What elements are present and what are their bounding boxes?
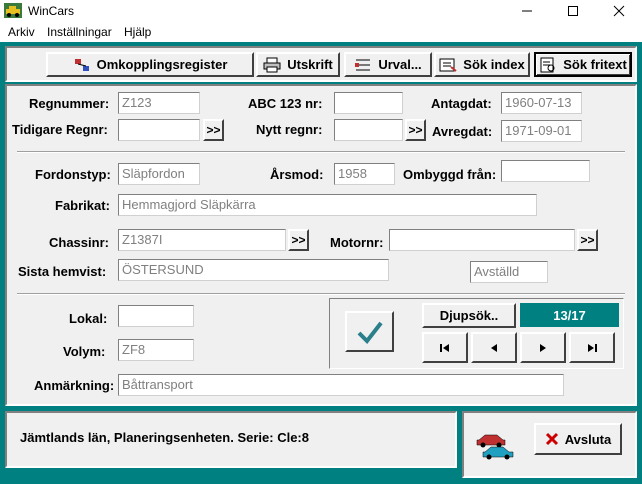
first-record-icon	[440, 343, 449, 352]
volym-field[interactable]: ZF8	[118, 339, 194, 361]
chassinr-go-button[interactable]: >>	[288, 229, 309, 251]
regnummer-field[interactable]: Z123	[118, 92, 200, 114]
last-record-icon	[588, 343, 597, 352]
separator	[17, 151, 625, 153]
prev-record-button[interactable]	[471, 332, 517, 363]
record-counter: 13/17	[520, 303, 619, 327]
avsluta-button[interactable]: Avsluta	[534, 423, 622, 455]
nytt-regnr-field[interactable]	[334, 119, 403, 141]
car-icon	[4, 3, 22, 18]
avsluta-label: Avsluta	[564, 431, 612, 447]
fordonstyp-label: Fordonstyp:	[35, 167, 111, 182]
sok-index-button[interactable]: Sök index	[434, 52, 530, 77]
tidigare-regnr-field[interactable]	[118, 119, 200, 141]
confirm-button[interactable]	[345, 311, 394, 352]
status-field: Avställd	[470, 261, 548, 283]
menu-arkiv[interactable]: Arkiv	[8, 25, 35, 39]
menu-installningar[interactable]: Inställningar	[47, 25, 112, 39]
motornr-label: Motornr:	[330, 235, 384, 250]
sista-hemvist-field[interactable]: ÖSTERSUND	[118, 259, 389, 281]
separator	[17, 293, 625, 295]
motornr-field[interactable]	[389, 229, 575, 251]
printer-icon	[263, 57, 281, 72]
anmarkning-label: Anmärkning:	[34, 378, 115, 393]
chassinr-label: Chassinr:	[49, 235, 109, 250]
cars-logo-icon	[475, 432, 519, 465]
urval-label: Urval...	[378, 57, 422, 72]
nytt-regnr-go-button[interactable]: >>	[405, 119, 426, 141]
fabrikat-field[interactable]: Hemmagjord Släpkärra	[118, 194, 537, 216]
ombyggd-field[interactable]	[501, 160, 590, 182]
antagdat-label: Antagdat:	[431, 96, 492, 111]
tidigare-regnr-label: Tidigare Regnr:	[12, 122, 108, 137]
nytt-regnr-label: Nytt regnr:	[256, 122, 323, 137]
prev-record-icon	[491, 343, 497, 352]
sok-fritext-button[interactable]: Sök fritext	[534, 52, 632, 77]
text-search-icon	[540, 57, 555, 72]
last-record-button[interactable]	[569, 332, 615, 363]
anmarkning-field[interactable]: Båttransport	[118, 374, 564, 396]
omkopplingsregister-label: Omkopplingsregister	[96, 57, 228, 72]
motornr-go-button[interactable]: >>	[577, 229, 598, 251]
maximize-icon	[568, 6, 578, 16]
sista-hemvist-label: Sista hemvist:	[18, 264, 107, 279]
window-title: WinCars	[28, 4, 75, 18]
utskrift-button[interactable]: Utskrift	[256, 52, 340, 77]
minimize-icon	[522, 10, 532, 12]
index-search-icon	[439, 58, 457, 72]
network-icon	[74, 58, 89, 71]
status-text: Jämtlands län, Planeringsenheten. Serie:…	[20, 430, 309, 445]
abc-label: ABC 123 nr:	[248, 96, 323, 111]
arsmod-label: Årsmod:	[270, 167, 324, 182]
utskrift-label: Utskrift	[287, 57, 333, 72]
next-record-icon	[540, 343, 546, 352]
tidigare-regnr-go-button[interactable]: >>	[203, 119, 224, 141]
menu-hjalp[interactable]: Hjälp	[124, 25, 151, 39]
maximize-button[interactable]	[550, 0, 596, 22]
sok-fritext-label: Sök fritext	[563, 57, 627, 72]
djupsok-button[interactable]: Djupsök..	[422, 303, 516, 328]
volym-label: Volym:	[63, 344, 106, 359]
checkmark-icon	[357, 321, 383, 344]
regnummer-label: Regnummer:	[29, 96, 110, 111]
ombyggd-label: Ombyggd från:	[403, 167, 497, 182]
selection-list-icon	[355, 59, 371, 70]
sok-index-label: Sök index	[463, 57, 525, 72]
omkopplingsregister-button[interactable]: Omkopplingsregister	[46, 52, 254, 77]
lokal-field[interactable]	[118, 305, 194, 327]
abc-field[interactable]	[334, 92, 403, 114]
chassinr-field[interactable]: Z1387I	[118, 229, 286, 251]
avregdat-field[interactable]: 1971-09-01	[501, 120, 582, 142]
fordonstyp-field[interactable]: Släpfordon	[118, 163, 200, 185]
first-record-button[interactable]	[422, 332, 468, 363]
avregdat-label: Avregdat:	[432, 124, 493, 139]
fabrikat-label: Fabrikat:	[55, 198, 110, 213]
arsmod-field[interactable]: 1958	[334, 163, 395, 185]
exit-icon	[545, 432, 558, 446]
antagdat-field[interactable]: 1960-07-13	[501, 92, 582, 114]
lokal-label: Lokal:	[69, 311, 108, 326]
minimize-button[interactable]	[504, 0, 550, 22]
urval-button[interactable]: Urval...	[344, 52, 432, 77]
next-record-button[interactable]	[520, 332, 566, 363]
close-icon	[613, 5, 625, 17]
close-button[interactable]	[596, 0, 642, 22]
